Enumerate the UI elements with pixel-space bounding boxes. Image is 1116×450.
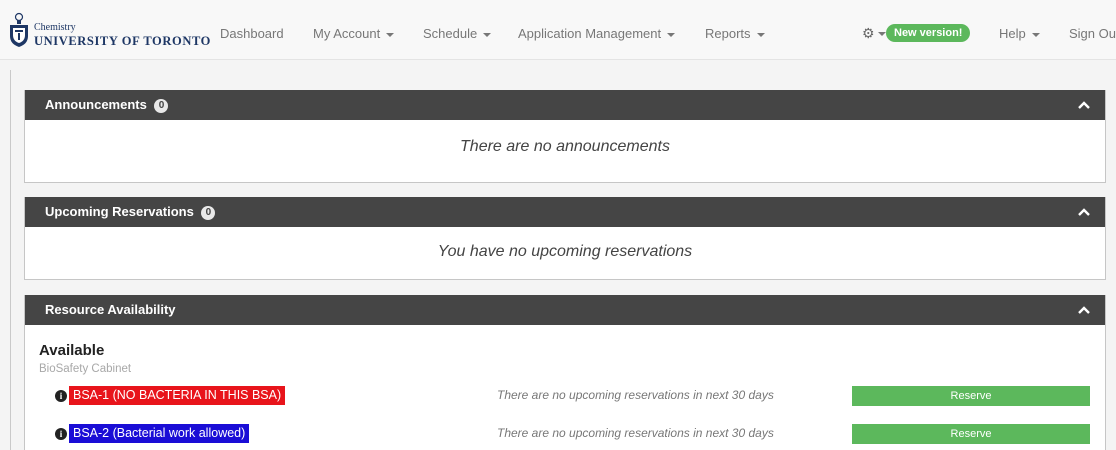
reserve-button-bsa-1[interactable]: Reserve bbox=[852, 386, 1090, 406]
nav-dashboard-label: Dashboard bbox=[220, 26, 284, 41]
upcoming-reservations-collapse-button[interactable] bbox=[1075, 197, 1093, 227]
upcoming-reservations-count-badge: 0 bbox=[201, 205, 216, 220]
announcements-empty-message: There are no announcements bbox=[460, 138, 670, 155]
new-version-badge[interactable]: New version! bbox=[886, 24, 971, 42]
resource-group-name: BioSafety Cabinet bbox=[39, 363, 132, 375]
chevron-up-icon bbox=[1078, 101, 1090, 109]
nav-reports[interactable]: Reports bbox=[705, 26, 765, 41]
upcoming-reservations-empty-message: You have no upcoming reservations bbox=[437, 243, 693, 260]
resource-label-bsa-2[interactable]: BSA-2 (Bacterial work allowed) bbox=[69, 424, 250, 443]
info-icon[interactable]: i bbox=[55, 390, 67, 402]
nav-my-account[interactable]: My Account bbox=[313, 26, 395, 41]
nav-help-label: Help bbox=[999, 26, 1026, 41]
settings-menu[interactable]: ⚙ bbox=[862, 25, 886, 42]
caret-down-icon bbox=[386, 32, 395, 37]
nav-schedule-label: Schedule bbox=[423, 26, 478, 41]
upcoming-reservations-title: Upcoming Reservations bbox=[45, 204, 194, 219]
nav-reports-label: Reports bbox=[705, 26, 751, 41]
caret-down-icon bbox=[877, 32, 886, 37]
caret-down-icon bbox=[667, 32, 676, 37]
caret-down-icon bbox=[756, 32, 765, 37]
caret-down-icon bbox=[483, 32, 492, 37]
nav-help[interactable]: Help bbox=[999, 26, 1040, 41]
resource-label-bsa-1[interactable]: BSA-1 (NO BACTERIA IN THIS BSA) bbox=[69, 386, 286, 405]
upcoming-reservations-panel: Upcoming Reservations 0 You have no upco… bbox=[24, 197, 1106, 280]
announcements-title: Announcements bbox=[45, 97, 147, 112]
nav-dashboard[interactable]: Dashboard bbox=[220, 26, 284, 41]
nav-sign-out[interactable]: Sign Out bbox=[1069, 26, 1116, 41]
crest-icon bbox=[10, 12, 28, 47]
chevron-up-icon bbox=[1078, 306, 1090, 314]
info-icon[interactable]: i bbox=[55, 428, 67, 440]
resource-row-bsa-1: i BSA-1 (NO BACTERIA IN THIS BSA) There … bbox=[25, 386, 1107, 408]
upcoming-reservations-header: Upcoming Reservations 0 bbox=[25, 197, 1105, 227]
page-divider bbox=[10, 70, 11, 450]
announcements-header: Announcements 0 bbox=[25, 90, 1105, 120]
nav-my-account-label: My Account bbox=[313, 26, 381, 41]
department-name: Chemistry bbox=[34, 22, 76, 33]
reserve-button-bsa-2[interactable]: Reserve bbox=[852, 424, 1090, 444]
resource-note-bsa-2: There are no upcoming reservations in ne… bbox=[497, 426, 774, 440]
resource-availability-title: Resource Availability bbox=[45, 302, 176, 317]
university-name: UNIVERSITY OF TORONTO bbox=[34, 34, 211, 48]
announcements-count-badge: 0 bbox=[154, 98, 169, 113]
gear-icon: ⚙ bbox=[862, 25, 875, 41]
resource-row-bsa-2: i BSA-2 (Bacterial work allowed) There a… bbox=[25, 424, 1107, 446]
announcements-collapse-button[interactable] bbox=[1075, 90, 1093, 120]
caret-down-icon bbox=[1031, 32, 1040, 37]
available-section-title: Available bbox=[39, 342, 105, 359]
nav-schedule[interactable]: Schedule bbox=[423, 26, 492, 41]
resource-note-bsa-1: There are no upcoming reservations in ne… bbox=[497, 388, 774, 402]
resource-availability-panel: Resource Availability Available BioSafet… bbox=[24, 295, 1106, 450]
nav-application-management[interactable]: Application Management bbox=[518, 26, 676, 41]
resource-availability-collapse-button[interactable] bbox=[1075, 295, 1093, 325]
announcements-panel: Announcements 0 There are no announcemen… bbox=[24, 90, 1106, 183]
resource-availability-header: Resource Availability bbox=[25, 295, 1105, 325]
nav-application-management-label: Application Management bbox=[518, 26, 662, 41]
university-logo[interactable]: Chemistry UNIVERSITY OF TORONTO bbox=[8, 10, 211, 50]
top-navbar: Chemistry UNIVERSITY OF TORONTO Dashboar… bbox=[0, 0, 1116, 60]
chevron-up-icon bbox=[1078, 208, 1090, 216]
